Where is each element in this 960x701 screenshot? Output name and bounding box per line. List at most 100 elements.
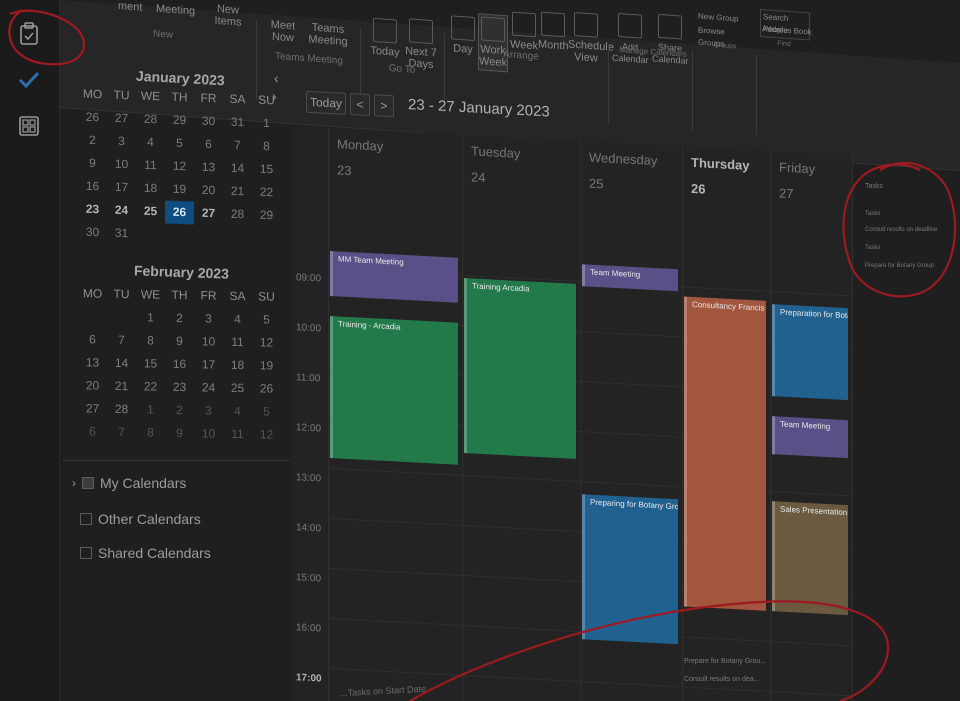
calendar-event[interactable]: Training - Arcadia bbox=[330, 315, 458, 465]
previous-week-button[interactable]: < bbox=[350, 93, 370, 117]
new-meeting-button[interactable]: Meeting bbox=[156, 3, 195, 18]
minical-day[interactable]: 9 bbox=[165, 422, 194, 446]
minical-day[interactable]: 18 bbox=[136, 176, 165, 200]
minical-day[interactable]: 20 bbox=[78, 374, 107, 398]
meet-now-button[interactable]: Meet Now bbox=[266, 18, 300, 45]
minical-day[interactable]: 6 bbox=[78, 328, 107, 352]
minical-day[interactable]: 9 bbox=[78, 151, 107, 175]
minical-day[interactable]: 29 bbox=[165, 108, 194, 132]
calendar-event[interactable]: Sales Presentation bbox=[772, 501, 848, 616]
minical-day[interactable]: 19 bbox=[252, 354, 281, 378]
minical-day[interactable]: 26 bbox=[78, 105, 107, 129]
month-view-button[interactable]: Month bbox=[538, 11, 569, 53]
minical-day[interactable]: 15 bbox=[252, 158, 281, 182]
minical-day[interactable]: 20 bbox=[194, 179, 223, 203]
new-appointment-button[interactable]: ment bbox=[118, 0, 142, 14]
minical-day[interactable]: 6 bbox=[194, 133, 223, 157]
day-header[interactable]: Friday 27 bbox=[770, 151, 852, 272]
daily-task-item[interactable]: Prepare for Botany Grou... bbox=[684, 658, 766, 665]
shared-calendars-item[interactable]: Shared Calendars bbox=[80, 545, 211, 561]
minical-prev-arrow[interactable]: ‹ bbox=[274, 70, 279, 86]
minical-day[interactable]: 29 bbox=[252, 204, 281, 228]
shared-calendars-checkbox[interactable] bbox=[80, 547, 92, 559]
minical-day[interactable]: 7 bbox=[223, 134, 252, 158]
minical-day[interactable]: 21 bbox=[107, 375, 136, 399]
minical-day[interactable]: 16 bbox=[165, 353, 194, 377]
minical-day[interactable]: 4 bbox=[223, 400, 252, 424]
minical-day[interactable]: 9 bbox=[165, 330, 194, 354]
minical-day[interactable]: 19 bbox=[165, 177, 194, 201]
minical-day[interactable]: 8 bbox=[136, 329, 165, 353]
work-week-view-button[interactable]: Work Week bbox=[478, 13, 508, 73]
calendar-app-icon[interactable] bbox=[15, 20, 43, 48]
calendar-event[interactable]: Preparing for Botany Group bbox=[582, 493, 678, 644]
today-ribbon-button[interactable]: Today bbox=[368, 17, 402, 59]
minical-day[interactable]: 21 bbox=[223, 180, 252, 204]
tasks-pane-item[interactable]: Prepare for Botany Group bbox=[865, 263, 934, 269]
minical-day[interactable]: 1 bbox=[252, 112, 281, 136]
minical-day[interactable]: 11 bbox=[223, 331, 252, 355]
calendar-event[interactable]: Training Arcadia bbox=[464, 277, 576, 459]
new-group-button[interactable]: New Group bbox=[698, 11, 744, 26]
minical-day[interactable]: 7 bbox=[107, 329, 136, 353]
tasks-pane-item[interactable]: Consult results on deadline bbox=[865, 227, 937, 233]
share-calendar-button[interactable]: Share Calendar bbox=[652, 13, 689, 67]
minical-day[interactable]: 22 bbox=[136, 375, 165, 399]
minical-day[interactable]: 11 bbox=[136, 153, 165, 177]
minical-day[interactable]: 5 bbox=[252, 308, 281, 332]
minical-day[interactable]: 13 bbox=[194, 156, 223, 180]
minical-day[interactable]: 6 bbox=[78, 420, 107, 444]
minical-day[interactable]: 1 bbox=[136, 398, 165, 422]
todo-check-icon[interactable] bbox=[15, 66, 43, 94]
minical-day[interactable]: 12 bbox=[165, 154, 194, 178]
minical-day[interactable]: 30 bbox=[78, 220, 107, 244]
minical-day[interactable]: 3 bbox=[194, 399, 223, 423]
minical-day[interactable]: 2 bbox=[78, 128, 107, 152]
minical-day[interactable]: 12 bbox=[252, 423, 281, 447]
minical-day[interactable]: 15 bbox=[136, 352, 165, 376]
day-header[interactable]: Thursday 26 bbox=[682, 146, 770, 268]
calendar-event[interactable]: MM Team Meeting bbox=[330, 250, 458, 303]
minical-day[interactable]: 27 bbox=[107, 106, 136, 130]
minical-day[interactable]: 5 bbox=[165, 131, 194, 155]
minical-day[interactable]: 2 bbox=[165, 399, 194, 423]
minical-day[interactable]: 31 bbox=[107, 221, 136, 245]
minical-day[interactable]: 2 bbox=[165, 307, 194, 331]
minical-day[interactable]: 23 bbox=[165, 376, 194, 400]
calendar-event[interactable]: Team Meeting bbox=[582, 263, 678, 292]
day-header[interactable]: Monday 23 bbox=[328, 127, 462, 251]
daily-task-item[interactable]: Consult results on dea... bbox=[684, 676, 760, 683]
minical-day[interactable]: 14 bbox=[223, 157, 252, 181]
minical-day[interactable]: 22 bbox=[252, 181, 281, 205]
minical-day[interactable]: 23 bbox=[78, 197, 107, 221]
apps-grid-icon[interactable] bbox=[15, 112, 43, 140]
minical-day[interactable]: 26 bbox=[252, 377, 281, 401]
my-calendars-item[interactable]: › My Calendars bbox=[72, 475, 186, 491]
minical-day[interactable]: 10 bbox=[107, 152, 136, 176]
minical-day[interactable]: 24 bbox=[107, 198, 136, 222]
minical-day[interactable]: 25 bbox=[223, 377, 252, 401]
tasks-pane-item[interactable]: Tasks bbox=[865, 245, 880, 251]
teams-meeting-button[interactable]: Teams Meeting bbox=[306, 21, 350, 49]
minical-day[interactable]: 27 bbox=[194, 202, 223, 226]
minical-day[interactable]: 12 bbox=[252, 331, 281, 355]
other-calendars-checkbox[interactable] bbox=[80, 513, 92, 525]
minical-day[interactable]: 13 bbox=[78, 351, 107, 375]
day-view-button[interactable]: Day bbox=[450, 15, 476, 56]
minical-day[interactable]: 8 bbox=[252, 135, 281, 159]
minical-day[interactable]: 8 bbox=[136, 421, 165, 445]
tasks-pane-item[interactable]: Tasks bbox=[865, 211, 880, 217]
minical-day[interactable]: 14 bbox=[107, 352, 136, 376]
week-view-button[interactable]: Week bbox=[510, 11, 538, 52]
minical-day[interactable]: 4 bbox=[136, 130, 165, 154]
minical-day[interactable]: 28 bbox=[136, 107, 165, 131]
minical-day[interactable]: 11 bbox=[223, 423, 252, 447]
other-calendars-item[interactable]: Other Calendars bbox=[80, 511, 201, 527]
minical-day[interactable]: 10 bbox=[194, 422, 223, 446]
minical-day[interactable]: 5 bbox=[252, 400, 281, 424]
minical-day[interactable]: 30 bbox=[194, 110, 223, 134]
minical-day[interactable]: 17 bbox=[107, 175, 136, 199]
minical-day[interactable]: 28 bbox=[223, 203, 252, 227]
day-header[interactable]: Tuesday 24 bbox=[462, 134, 580, 258]
minical-day[interactable]: 4 bbox=[223, 308, 252, 332]
